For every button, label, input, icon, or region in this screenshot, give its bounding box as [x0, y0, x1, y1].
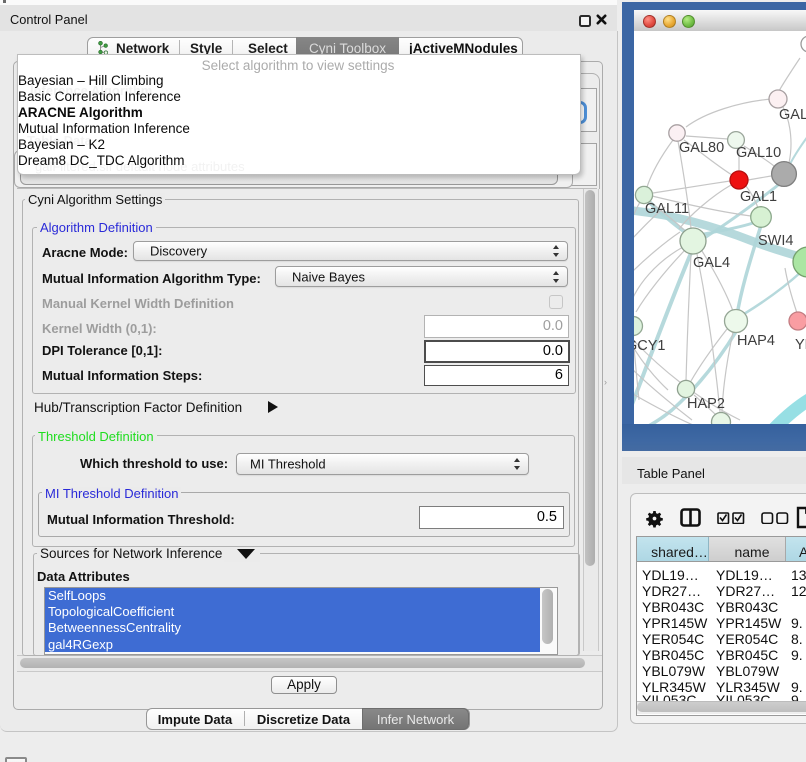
svg-text:GAL4: GAL4 [693, 255, 730, 271]
svg-text:GAL10: GAL10 [736, 145, 781, 161]
svg-text:GAL1: GAL1 [740, 189, 777, 205]
svg-text:HAP4: HAP4 [737, 333, 775, 349]
svg-text:YM: YM [795, 337, 806, 353]
svg-text:GAL11: GAL11 [645, 201, 689, 217]
svg-text:GCY1: GCY1 [634, 338, 666, 354]
svg-text:SWI4: SWI4 [758, 233, 793, 249]
svg-text:GAL80: GAL80 [679, 140, 724, 156]
svg-text:GAL2: GAL2 [779, 107, 806, 123]
svg-text:HAP2: HAP2 [687, 396, 725, 412]
